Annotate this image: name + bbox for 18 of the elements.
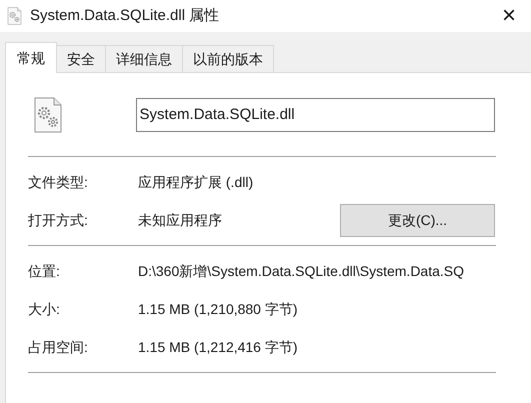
file-gear-icon bbox=[7, 7, 22, 25]
field-value: 1.15 MB (1,212,416 字节) bbox=[138, 338, 299, 357]
field-value: 未知应用程序 bbox=[138, 210, 223, 230]
field-label: 大小: bbox=[28, 300, 61, 318]
field-label: 打开方式: bbox=[28, 210, 89, 230]
tab[interactable]: 常规 bbox=[5, 42, 57, 73]
field-label: 占用空间: bbox=[28, 338, 89, 356]
field-label: 文件类型: bbox=[28, 172, 89, 192]
field-value: D:\360新增\System.Data.SQLite.dll\System.Data.SQ bbox=[138, 262, 466, 281]
field-value: 1.15 MB (1,210,880 字节) bbox=[138, 300, 299, 319]
change-button[interactable]: 更改(C)... bbox=[340, 204, 495, 236]
file-gear-icon bbox=[34, 96, 62, 132]
field-label: 位置: bbox=[28, 262, 61, 280]
tab[interactable]: 以前的版本 bbox=[182, 45, 274, 72]
file-name-field[interactable]: System.Data.SQLite.dll bbox=[136, 98, 495, 132]
field-value: 应用程序扩展 (.dll) bbox=[138, 172, 254, 192]
close-button[interactable]: × bbox=[494, 4, 524, 28]
window-title: System.Data.SQLite.dll 属性 bbox=[30, 6, 220, 26]
